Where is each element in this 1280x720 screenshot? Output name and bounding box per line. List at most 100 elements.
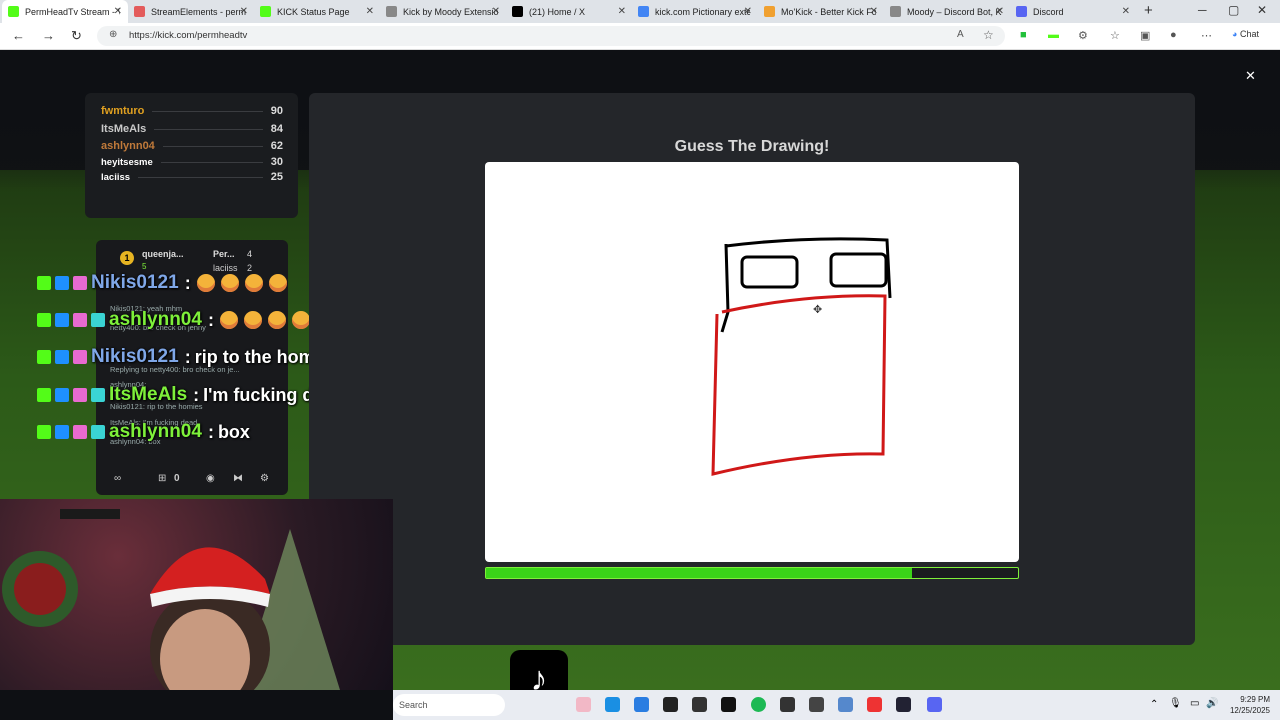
close-overlay-icon[interactable]: ✕	[1245, 68, 1256, 84]
back-icon[interactable]: ←	[12, 28, 25, 43]
tab-title: Mo'Kick - Better Kick Fo	[781, 6, 876, 17]
app-four-taskbar-icon[interactable]	[838, 697, 853, 712]
drawing-blanket	[711, 294, 887, 476]
address-bar[interactable]: ⊕ https://kick.com/permheadtv A ☆	[97, 26, 1005, 46]
tab-close-icon[interactable]: ✕	[114, 6, 122, 17]
microphone-icon[interactable]: 🎙	[1169, 698, 1182, 709]
chat-badge-icon	[73, 388, 87, 402]
leaderboard-name: laciiss	[101, 171, 131, 183]
chat-label: Chat	[1239, 29, 1259, 39]
favorite-star-icon[interactable]: ☆	[983, 28, 994, 42]
tab-close-icon[interactable]: ✕	[996, 6, 1004, 17]
taskbar-search[interactable]: Search	[393, 694, 505, 716]
overlay-chat-username: Nikis0121	[91, 346, 179, 367]
tab-favicon-icon	[1016, 6, 1027, 17]
site-info-icon[interactable]: ⊕	[109, 29, 117, 40]
taskbar-search-placeholder: Search	[399, 700, 428, 710]
read-aloud-icon[interactable]: A	[957, 29, 964, 40]
copilot-chat-button[interactable]: ◕ Chat	[1232, 29, 1259, 39]
app-taskbar-icon[interactable]	[692, 697, 707, 712]
crying-emote-icon	[268, 274, 287, 292]
app-five-taskbar-icon[interactable]	[867, 697, 882, 712]
browser-tab[interactable]: (21) Home / X ✕	[506, 0, 632, 23]
url-text[interactable]: https://kick.com/permheadtv	[129, 30, 247, 41]
extension-icon[interactable]: ▬	[1048, 29, 1059, 41]
more-menu-icon[interactable]: ⋯	[1201, 29, 1212, 42]
collections-icon[interactable]: ▣	[1140, 29, 1150, 42]
leaderboard-score: 30	[270, 156, 283, 168]
browser-tab[interactable]: KICK Status Page ✕	[254, 0, 380, 23]
maximize-icon[interactable]: ▢	[1228, 3, 1239, 17]
leaderboard-row: ashlynn04 62	[101, 140, 283, 152]
taskbar-clock[interactable]: 9:29 PM 12/25/2025	[1210, 694, 1270, 716]
overlay-chat-username: ItsMeAls	[109, 384, 188, 405]
copilot-icon: ◕	[1232, 29, 1238, 39]
game-title: Guess The Drawing!	[674, 138, 830, 155]
app-three-taskbar-icon[interactable]	[809, 697, 824, 712]
theater-mode-icon[interactable]: ⧓	[233, 473, 243, 484]
browser-tab[interactable]: Moody – Discord Bot, K ✕	[884, 0, 1010, 23]
favorites-icon[interactable]: ☆	[1110, 29, 1120, 42]
tab-close-icon[interactable]: ✕	[870, 6, 878, 17]
obs-taskbar-icon[interactable]	[663, 697, 678, 712]
browser-tab[interactable]: PermHeadTv Stream - V ✕	[2, 0, 128, 23]
profile-avatar-icon[interactable]: ●	[1170, 29, 1177, 41]
tray-chevron-icon[interactable]: ⌃	[1150, 699, 1158, 710]
discord-taskbar-icon[interactable]	[927, 697, 942, 712]
browser-tab[interactable]: Discord ✕	[1010, 0, 1136, 23]
window-close-icon[interactable]: ✕	[1257, 3, 1267, 17]
tiktok-logo: ♪	[510, 650, 568, 690]
browser-tab[interactable]: kick.com Pictionary exte ✕	[632, 0, 758, 23]
store-taskbar-icon[interactable]	[634, 697, 649, 712]
tab-title: (21) Home / X	[529, 6, 586, 17]
gift-icon[interactable]: ⊞	[158, 473, 166, 484]
chat-badge-icon	[55, 388, 69, 402]
reload-icon[interactable]: ↻	[71, 28, 82, 44]
spotify-taskbar-icon[interactable]	[751, 697, 766, 712]
tab-title: Moody – Discord Bot, K	[907, 6, 1002, 17]
minimize-icon[interactable]: ─	[1198, 3, 1207, 17]
kick-extension-icon[interactable]: ■	[1020, 29, 1027, 41]
tab-close-icon[interactable]: ✕	[618, 6, 626, 17]
copilot-taskbar-icon[interactable]	[576, 697, 591, 712]
leaderboard-score: 25	[270, 171, 283, 183]
chat-bubble-icon[interactable]: ◉	[206, 473, 215, 484]
tab-title: PermHeadTv Stream - V	[25, 6, 120, 17]
clock-date: 12/25/2025	[1229, 706, 1270, 715]
overlay-chat-username: ashlynn04	[109, 309, 202, 330]
edge-taskbar-icon[interactable]	[605, 697, 620, 712]
browser-tab[interactable]: StreamElements - perm ✕	[128, 0, 254, 23]
tab-favicon-icon	[764, 6, 775, 17]
app-six-taskbar-icon[interactable]	[896, 697, 911, 712]
tab-close-icon[interactable]: ✕	[240, 6, 248, 17]
tab-title: StreamElements - perm	[151, 6, 246, 17]
app-two-taskbar-icon[interactable]	[780, 697, 795, 712]
crying-emote-icon	[267, 311, 286, 329]
crying-emote-icon	[244, 274, 263, 292]
browser-tab[interactable]: Kick by Moody Extensio ✕	[380, 0, 506, 23]
tab-close-icon[interactable]: ✕	[744, 6, 752, 17]
overlay-chat-message: ItsMeAls: I'm fucking dead	[37, 382, 344, 408]
chat-badge-icon	[73, 313, 87, 327]
settings-gear-icon[interactable]: ⚙	[260, 473, 269, 484]
tab-close-icon[interactable]: ✕	[1122, 6, 1130, 17]
drawing-headboard	[720, 243, 730, 333]
tab-close-icon[interactable]: ✕	[492, 6, 500, 17]
leaderboard-divider	[152, 110, 263, 112]
chat-badge-icon	[37, 350, 51, 364]
tab-close-icon[interactable]: ✕	[366, 6, 374, 17]
leaderboard-score: 90	[270, 105, 283, 117]
new-tab-button[interactable]: +	[1144, 2, 1153, 19]
drawing-canvas[interactable]: ✥	[485, 162, 1019, 562]
viewers-icon[interactable]: ∞	[114, 473, 121, 484]
extensions-puzzle-icon[interactable]: ⚙	[1078, 29, 1088, 42]
drawing-pillow-left	[740, 255, 799, 289]
leaderboard-divider	[138, 176, 263, 178]
leaderboard-name: ItsMeAls	[101, 123, 147, 135]
steam-taskbar-icon[interactable]	[721, 697, 736, 712]
forward-icon[interactable]: →	[42, 28, 55, 43]
browser-tab[interactable]: Mo'Kick - Better Kick Fo ✕	[758, 0, 884, 23]
network-icon[interactable]: ▭	[1190, 698, 1199, 709]
chat-badge-icon	[37, 313, 51, 327]
chat-badge-icon	[73, 276, 87, 290]
